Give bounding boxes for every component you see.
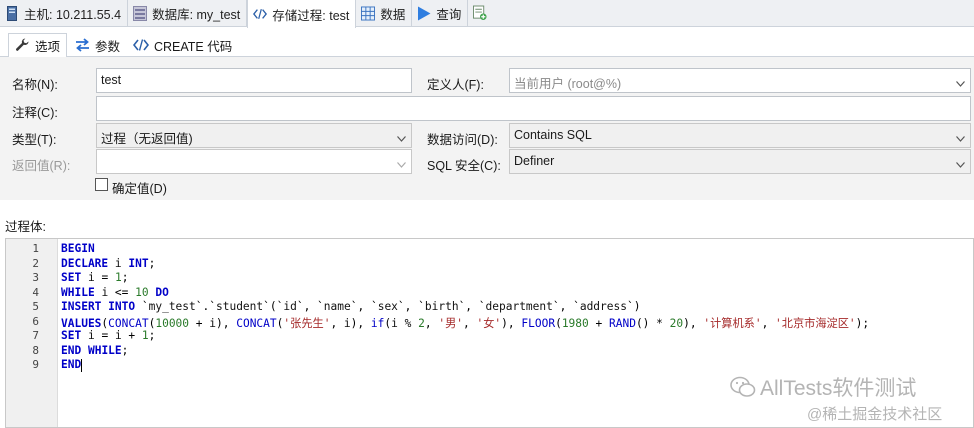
name-label: 名称(N): <box>12 78 58 92</box>
data-access-select[interactable]: Contains SQL <box>509 123 971 148</box>
returns-select[interactable] <box>96 149 412 174</box>
code-line: VALUES(CONCAT(10000 + i), CONCAT('张先生', … <box>61 316 870 330</box>
data-access-label: 数据访问(D): <box>427 133 498 147</box>
watermark-line1: AllTests软件测试 <box>760 377 917 400</box>
subtab-options[interactable]: 选项 <box>8 33 68 58</box>
line-number: 8 <box>32 343 39 357</box>
tab-query[interactable]: 查询 <box>412 0 469 26</box>
tab-database-label: 数据库: my_test <box>152 7 241 22</box>
chevron-down-icon <box>956 157 965 168</box>
watermark-title: AllTests软件测试 <box>730 372 916 404</box>
name-input[interactable]: test <box>96 68 412 93</box>
arrows-icon <box>75 38 90 52</box>
returns-label: 返回值(R): <box>12 159 71 173</box>
watermark-line2: @稀土掘金技术社区 <box>807 406 943 423</box>
server-icon <box>5 5 19 21</box>
chevron-down-icon <box>397 131 406 142</box>
tab-host-label: 主机: 10.211.55.4 <box>24 7 122 22</box>
type-select-value: 过程（无返回值) <box>101 132 193 146</box>
new-query-icon <box>473 5 487 21</box>
new-query-tab-button[interactable] <box>468 0 498 26</box>
definer-select-value: 当前用户 (root@%) <box>514 77 622 91</box>
deterministic-label: 确定值(D) <box>112 182 167 196</box>
data-access-select-value: Contains SQL <box>514 128 592 142</box>
top-tab-bar: 主机: 10.211.55.4 数据库: my_test 存储过程: test … <box>0 0 974 28</box>
procedure-icon <box>253 6 268 22</box>
subtab-params-label: 参数 <box>95 39 121 54</box>
tab-procedure[interactable]: 存储过程: test <box>247 0 357 28</box>
type-label: 类型(T): <box>12 133 57 147</box>
chevron-down-icon <box>397 157 406 168</box>
subtab-create-code-label: CREATE 代码 <box>154 39 233 54</box>
line-number: 6 <box>32 314 39 328</box>
sql-security-select-value: Definer <box>514 154 555 168</box>
code-line: DECLARE i INT; <box>61 256 156 270</box>
definer-select[interactable]: 当前用户 (root@%) <box>509 68 971 93</box>
line-number-gutter: 1 2 3 4 5 6 7 8 9 <box>6 239 58 427</box>
comment-label: 注释(C): <box>12 106 58 120</box>
sub-tab-bar: 选项 参数 CREATE 代码 <box>0 31 974 58</box>
text-cursor <box>81 358 83 372</box>
chevron-down-icon <box>956 131 965 142</box>
code-line: END <box>61 358 83 372</box>
chevron-down-icon <box>956 76 965 87</box>
line-number: 7 <box>32 329 39 342</box>
sql-security-select[interactable]: Definer <box>509 149 971 174</box>
line-number: 2 <box>32 256 39 270</box>
type-select[interactable]: 过程（无返回值) <box>96 123 412 148</box>
divider <box>0 200 974 210</box>
comment-input[interactable] <box>96 96 971 121</box>
line-number: 1 <box>32 242 39 255</box>
name-input-value: test <box>101 73 122 87</box>
subtab-options-label: 选项 <box>35 40 61 54</box>
subtab-create-code[interactable]: CREATE 代码 <box>126 33 239 57</box>
definer-label: 定义人(F): <box>427 78 484 92</box>
options-form: 名称(N): test 定义人(F): 当前用户 (root@%) 注释(C):… <box>0 57 974 200</box>
tab-procedure-label: 存储过程: test <box>272 8 350 23</box>
wechat-icon <box>730 376 756 404</box>
tab-query-label: 查询 <box>436 7 462 22</box>
line-number: 3 <box>32 271 39 284</box>
code-line: WHILE i <= 10 DO <box>61 285 169 299</box>
line-number: 9 <box>32 358 39 371</box>
deterministic-checkbox[interactable] <box>95 178 108 191</box>
play-icon <box>417 5 431 21</box>
body-label: 过程体: <box>5 220 46 234</box>
line-number: 4 <box>32 285 39 299</box>
code-line: BEGIN <box>61 242 95 255</box>
wrench-icon <box>15 38 30 53</box>
code-line: SET i = i + 1; <box>61 329 156 342</box>
tab-data[interactable]: 数据 <box>356 0 413 26</box>
code-icon <box>133 39 149 51</box>
tab-database[interactable]: 数据库: my_test <box>128 0 248 26</box>
tab-data-label: 数据 <box>380 7 406 22</box>
database-icon <box>133 5 148 21</box>
grid-icon <box>361 5 376 21</box>
subtab-params[interactable]: 参数 <box>68 33 127 57</box>
code-line: SET i = 1; <box>61 271 129 284</box>
code-line: INSERT INTO `my_test`.`student`(`id`, `n… <box>61 300 641 313</box>
code-line: END WHILE; <box>61 343 129 357</box>
line-number: 5 <box>32 300 39 313</box>
tab-host[interactable]: 主机: 10.211.55.4 <box>0 0 129 26</box>
sql-security-label: SQL 安全(C): <box>427 159 501 173</box>
